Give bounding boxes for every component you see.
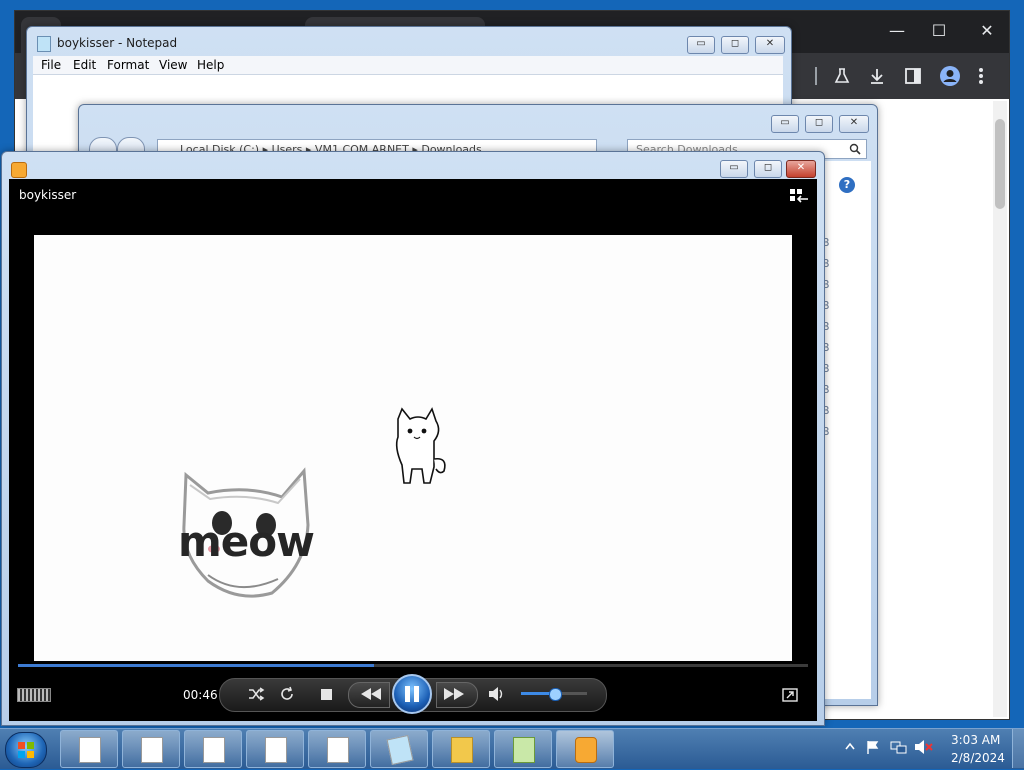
taskbar-button-document[interactable] xyxy=(308,730,366,768)
taskbar-button-document[interactable] xyxy=(184,730,242,768)
notepadpp-icon xyxy=(513,737,535,763)
video-caption-text: meow xyxy=(178,517,315,566)
switch-to-library-icon[interactable] xyxy=(789,188,809,204)
taskbar-button-explorer[interactable] xyxy=(432,730,490,768)
menu-bar: File Edit Format View Help xyxy=(33,56,783,74)
video-area[interactable]: meow xyxy=(34,235,792,661)
show-desktop-button[interactable] xyxy=(1012,729,1024,768)
menu-help[interactable]: Help xyxy=(197,58,224,72)
previous-icon[interactable] xyxy=(360,688,382,700)
labs-flask-icon[interactable] xyxy=(833,67,851,85)
document-icon xyxy=(79,737,101,763)
elapsed-time: 00:46 xyxy=(183,688,218,702)
repeat-icon[interactable] xyxy=(278,685,296,703)
visualizer-icon xyxy=(17,688,51,702)
download-icon[interactable] xyxy=(868,67,886,85)
maximize-button[interactable]: ◻ xyxy=(721,36,749,54)
network-icon[interactable] xyxy=(890,739,908,755)
volume-icon[interactable] xyxy=(488,686,506,702)
document-icon xyxy=(327,737,349,763)
close-icon[interactable]: ✕ xyxy=(975,21,999,41)
pause-icon xyxy=(405,686,419,702)
taskbar-button-notepad[interactable] xyxy=(60,730,118,768)
toolbar-divider xyxy=(815,67,817,85)
taskbar-button-notepad-app[interactable] xyxy=(370,730,428,768)
help-icon[interactable]: ? xyxy=(839,177,855,193)
media-player-icon xyxy=(11,162,27,178)
menu-format[interactable]: Format xyxy=(107,58,149,72)
chrome-scrollbar[interactable] xyxy=(993,101,1007,717)
taskbar-button-document[interactable] xyxy=(246,730,304,768)
maximize-icon[interactable]: ☐ xyxy=(927,21,951,41)
taskbar-button-notepadpp[interactable] xyxy=(494,730,552,768)
profile-avatar-icon[interactable] xyxy=(939,65,961,87)
small-cat-drawing xyxy=(395,407,446,484)
side-panel-icon[interactable] xyxy=(904,67,922,85)
tray-overflow-icon[interactable] xyxy=(845,742,855,750)
volume-handle[interactable] xyxy=(549,688,562,701)
shuffle-icon[interactable] xyxy=(247,685,265,703)
menu-file[interactable]: File xyxy=(41,58,61,72)
document-icon xyxy=(265,737,287,763)
minimize-button[interactable]: ▭ xyxy=(720,160,748,178)
scrollbar-thumb[interactable] xyxy=(995,119,1005,209)
window-title: boykisser - Notepad xyxy=(57,36,178,50)
folder-icon xyxy=(451,737,473,763)
switch-to-now-playing-icon[interactable] xyxy=(782,688,798,702)
media-player-window: ▭ ◻ ✕ boykisser meow 00:46 xyxy=(1,151,825,726)
next-icon[interactable] xyxy=(443,688,465,700)
taskbar-button-document[interactable] xyxy=(122,730,180,768)
notepad-icon xyxy=(386,734,414,766)
minimize-button[interactable]: ▭ xyxy=(771,115,799,133)
now-playing-title: boykisser xyxy=(19,188,77,202)
seek-progress xyxy=(18,664,374,667)
close-button[interactable]: ✕ xyxy=(839,115,869,133)
taskbar-button-media-player[interactable] xyxy=(556,730,614,768)
clock-time[interactable]: 3:03 AM xyxy=(951,733,1000,747)
menu-edit[interactable]: Edit xyxy=(73,58,96,72)
menu-view[interactable]: View xyxy=(159,58,187,72)
document-icon xyxy=(141,737,163,763)
close-button[interactable]: ✕ xyxy=(755,36,785,54)
pause-button[interactable] xyxy=(392,674,432,714)
notepad-icon xyxy=(37,36,51,52)
more-menu-icon[interactable] xyxy=(977,66,985,86)
minimize-icon[interactable]: — xyxy=(885,21,909,41)
volume-muted-icon[interactable] xyxy=(914,739,934,755)
windows-logo-icon xyxy=(18,742,34,758)
close-button[interactable]: ✕ xyxy=(786,160,816,178)
maximize-button[interactable]: ◻ xyxy=(805,115,833,133)
action-center-flag-icon[interactable] xyxy=(866,740,880,754)
stop-icon[interactable] xyxy=(321,689,332,700)
media-player-icon xyxy=(575,737,597,763)
document-icon xyxy=(203,737,225,763)
search-icon[interactable] xyxy=(849,143,861,155)
clock-date[interactable]: 2/8/2024 xyxy=(951,751,1005,765)
maximize-button[interactable]: ◻ xyxy=(754,160,782,178)
minimize-button[interactable]: ▭ xyxy=(687,36,715,54)
start-button[interactable] xyxy=(5,732,47,768)
